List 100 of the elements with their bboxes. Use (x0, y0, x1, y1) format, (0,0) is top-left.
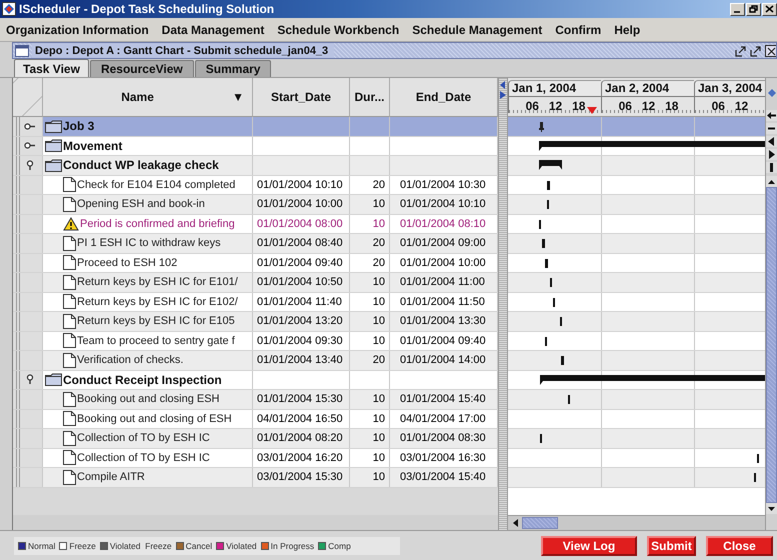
table-row[interactable]: Verification of checks. 01/01/2004 13:40 20 01/01/2004 14:00 (13, 351, 498, 370)
folder-icon (45, 120, 62, 133)
close-button[interactable] (765, 44, 776, 56)
column-header[interactable]: Name ▼ (43, 78, 253, 117)
task-bar (546, 200, 549, 209)
document-icon (63, 450, 76, 466)
minus-icon[interactable] (766, 123, 777, 134)
task-name: Booking out and closing ESH (77, 393, 220, 406)
action-button[interactable]: View Log (541, 536, 637, 556)
horizontal-scrollbar[interactable] (508, 515, 765, 530)
action-button[interactable]: Close (706, 536, 773, 556)
end-date: 01/01/2004 10:00 (400, 256, 486, 269)
start-date: 01/01/2004 10:50 (257, 276, 343, 288)
group-name: Movement (63, 138, 122, 153)
hour-label: 12 (734, 99, 748, 113)
tab[interactable]: Summary (194, 60, 272, 77)
document-icon (63, 314, 76, 329)
task-bar (550, 278, 552, 287)
menu-item[interactable]: Schedule Workbench (277, 22, 400, 36)
document-icon (63, 470, 76, 485)
legend-label: Comp (328, 540, 351, 550)
end-date: 01/01/2004 11:50 (400, 296, 485, 308)
task-bar (553, 298, 556, 306)
end-date: 01/01/2004 11:00 (400, 276, 485, 288)
legend-label: Normal (28, 540, 56, 550)
table-row[interactable]: Job 3 (13, 117, 498, 136)
hour-label: 06 (712, 99, 725, 113)
task-name: Return keys by ESH IC for E101/ (77, 276, 238, 288)
task-name: Verification of checks. (77, 354, 184, 366)
menu-item[interactable]: Data Management (162, 22, 264, 36)
start-date: 01/01/2004 09:40 (257, 256, 343, 269)
tab[interactable]: ResourceView (90, 60, 194, 77)
hour-label: 12 (548, 99, 562, 113)
task-name: Period is confirmed and briefing (80, 218, 235, 230)
duration: 10 (372, 432, 385, 444)
frame-title: Depo : Depot A : Gantt Chart - Submit schedule_jan04_3 (32, 43, 334, 58)
task-bar (560, 317, 562, 326)
task-name: Return keys by ESH IC for E102/ (77, 296, 238, 308)
start-date: 01/01/2004 11:40 (257, 296, 342, 308)
task-name: Collection of TO by ESH IC (77, 452, 210, 464)
action-button[interactable]: Submit (647, 536, 696, 556)
hour-label: 06 (526, 99, 539, 113)
expand-toggle[interactable] (24, 120, 37, 132)
duration: 10 (372, 198, 385, 210)
end-date: 01/01/2004 09:40 (400, 334, 486, 347)
scroll-down-icon[interactable] (768, 506, 775, 510)
document-icon (63, 333, 76, 348)
arrow-left-icon[interactable] (766, 110, 777, 121)
scroll-left-icon[interactable] (512, 519, 520, 527)
task-bar (542, 239, 545, 248)
table-row[interactable]: Movement (13, 136, 498, 156)
task-bar (757, 454, 760, 462)
maximize-button[interactable] (746, 2, 761, 16)
document-icon (63, 196, 76, 212)
table-row[interactable]: Return keys by ESH IC for E105 01/01/2004 13:20 10 01/01/2004 13:30 (13, 312, 498, 332)
column-header[interactable]: Start_Date (253, 78, 350, 117)
menu-item[interactable]: Help (614, 22, 640, 36)
task-bar (545, 258, 548, 268)
minimize-button[interactable] (730, 2, 745, 16)
column-header[interactable]: End_Date (390, 78, 498, 117)
menu-item[interactable]: Organization Information (6, 22, 149, 36)
warning-icon (63, 216, 79, 231)
folder-icon (45, 158, 62, 172)
document-icon (63, 411, 76, 426)
table-row[interactable]: Booking out and closing ESH 01/01/2004 15:30 10 01/01/2004 15:40 (13, 390, 498, 410)
menu-item[interactable]: Schedule Management (412, 22, 542, 36)
end-date: 01/01/2004 10:10 (400, 198, 486, 210)
task-name: Booking out and closing of ESH (77, 412, 232, 425)
table-row[interactable]: PI 1 ESH IC to withdraw keys 01/01/2004 08:40 20 01/01/2004 09:00 (13, 234, 498, 254)
hour-label: 06 (618, 99, 632, 113)
task-name: Proceed to ESH 102 (77, 256, 178, 269)
task-name: Opening ESH and book-in (77, 198, 205, 210)
float-icon[interactable] (750, 44, 762, 56)
bar-icon[interactable] (766, 162, 777, 173)
tab[interactable]: Task View (14, 59, 89, 77)
window-icon (15, 44, 29, 56)
expand-toggle[interactable] (24, 140, 37, 152)
triangle-left-icon[interactable] (766, 136, 777, 147)
scroll-up-icon[interactable] (768, 180, 775, 184)
triangle-right-icon[interactable] (766, 149, 777, 160)
scroll-thumb[interactable] (522, 517, 558, 529)
document-icon (63, 392, 76, 407)
collapse-left-icon[interactable] (500, 81, 506, 89)
table-row[interactable]: Compile AITR 03/01/2004 15:30 10 03/01/2004 15:40 (13, 468, 498, 488)
group-name: Conduct WP leakage check (63, 158, 219, 172)
menu-item[interactable]: Confirm (555, 22, 602, 36)
legend-label: Cancel (186, 540, 212, 550)
table-row[interactable]: Conduct WP leakage check (13, 156, 498, 176)
duration: 20 (372, 237, 385, 250)
date-label: Jan 1, 2004 (508, 80, 601, 96)
dock-icon[interactable] (735, 44, 747, 56)
start-date: 01/01/2004 08:40 (257, 237, 343, 250)
expand-right-icon[interactable] (500, 91, 506, 99)
task-bar (540, 434, 542, 443)
task-name: PI 1 ESH IC to withdraw keys (77, 237, 221, 250)
start-date: 03/01/2004 16:20 (257, 452, 343, 464)
table-row[interactable]: Return keys by ESH IC for E101/ 01/01/2004 10:50 10 01/01/2004 11:00 (13, 273, 498, 292)
column-header[interactable]: Dur... (350, 78, 390, 117)
table-row[interactable]: Opening ESH and book-in 01/01/2004 10:00 10 01/01/2004 10:10 (13, 195, 498, 214)
table-row[interactable]: Collection of TO by ESH IC 01/01/2004 08:20 10 01/01/2004 08:30 (13, 429, 498, 448)
